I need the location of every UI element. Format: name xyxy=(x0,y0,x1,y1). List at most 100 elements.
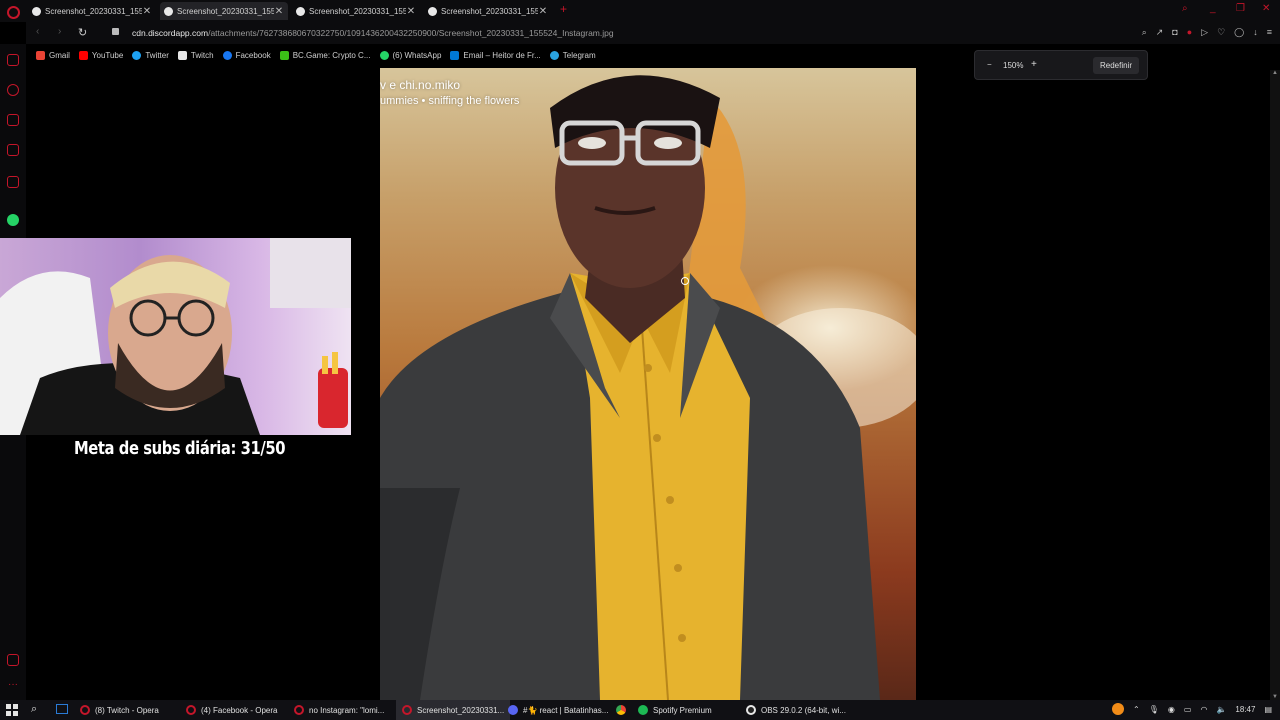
taskbar-app-facebook-opera[interactable]: (4) Facebook - Opera xyxy=(180,700,283,720)
instagram-song-text: ummies • sniffing the flowers xyxy=(380,95,520,107)
steam-icon[interactable]: ◉ xyxy=(1168,705,1175,714)
bookmark-label: BC.Game: Crypto C... xyxy=(292,50,371,60)
character-artwork[interactable]: v e chi.no.miko ummies • sniffing the fl… xyxy=(380,68,916,700)
menu-icon[interactable]: ≡ xyxy=(1267,27,1272,38)
bookmark-youtube[interactable]: YouTube xyxy=(78,50,124,60)
close-window-button[interactable]: ✕ xyxy=(1262,3,1270,14)
tab-screenshot-4[interactable]: Screenshot_20230331_155524_Instagram.jpg… xyxy=(424,2,552,20)
zoom-cursor-icon xyxy=(681,277,689,285)
system-tray: ⌃ 🎙 ◉ ▭ ◠ 🔈 18:47 ▤ xyxy=(1112,703,1272,715)
outlook-icon xyxy=(450,50,460,60)
chrome-icon xyxy=(616,705,626,715)
taskbar-app-label: Spotify Premium xyxy=(653,705,712,715)
more-icon[interactable]: ··· xyxy=(8,679,18,690)
zoom-reset-button[interactable]: Redefinir xyxy=(1093,57,1139,74)
zoom-in-button[interactable]: + xyxy=(1031,59,1037,70)
tray-app-icon[interactable] xyxy=(1112,703,1125,715)
notification-icon[interactable]: ▤ xyxy=(1264,705,1272,714)
scrollbar[interactable]: ▲ ▼ xyxy=(1270,70,1280,700)
shield-icon[interactable]: ● xyxy=(1187,27,1192,38)
close-tab-icon[interactable]: ✕ xyxy=(142,6,152,17)
taskbar-app-instagram-opera[interactable]: no Instagram: "lomi... xyxy=(288,700,390,720)
back-button[interactable]: ‹ xyxy=(36,26,39,37)
bookmark-bcgame[interactable]: BC.Game: Crypto C... xyxy=(279,50,371,60)
share-icon[interactable]: ↗ xyxy=(1156,27,1164,38)
lock-icon[interactable] xyxy=(112,28,119,35)
windows-start-icon[interactable] xyxy=(6,704,18,716)
gmail-icon xyxy=(36,50,45,60)
new-tab-button[interactable]: + xyxy=(560,2,567,16)
minimize-button[interactable]: _ xyxy=(1210,3,1216,14)
zoom-out-button[interactable]: − xyxy=(987,60,992,69)
twitch-icon[interactable] xyxy=(7,144,19,156)
url-host: cdn.discordapp.com xyxy=(132,28,209,38)
youtube-icon xyxy=(78,50,88,60)
scroll-up-icon[interactable]: ▲ xyxy=(1270,70,1280,76)
page-icon xyxy=(177,50,187,60)
whatsapp-icon[interactable] xyxy=(7,214,19,226)
bookmark-label: Gmail xyxy=(49,50,70,60)
tray-expand-icon[interactable]: ⌃ xyxy=(1133,705,1140,714)
wifi-icon[interactable]: ◠ xyxy=(1200,705,1207,714)
clock[interactable]: 18:47 xyxy=(1235,705,1255,714)
taskbar-app-label: #🐈 react | Batatinhas... xyxy=(523,705,609,715)
taskbar-app-obs[interactable]: OBS 29.0.2 (64-bit, wi... xyxy=(740,700,852,720)
taskbar-app-chrome[interactable] xyxy=(610,700,632,720)
bag-icon[interactable] xyxy=(7,114,19,126)
bookmark-gmail[interactable]: Gmail xyxy=(36,50,70,60)
globe-icon xyxy=(164,6,173,16)
tab-search-icon[interactable]: ⌕ xyxy=(1182,3,1188,14)
download-icon[interactable]: ↓ xyxy=(1253,27,1258,38)
zoom-icon[interactable]: ⌕ xyxy=(1142,27,1147,38)
close-tab-icon[interactable]: ✕ xyxy=(406,6,416,17)
taskbar-app-twitch-opera[interactable]: (8) Twitch - Opera xyxy=(74,700,165,720)
taskbar-app-screenshot-opera[interactable]: Screenshot_20230331... xyxy=(396,700,511,720)
reload-button[interactable]: ↻ xyxy=(78,26,87,39)
subs-goal-label: Meta de subs diária: 31/50 xyxy=(74,438,286,459)
bookmark-whatsapp[interactable]: (6) WhatsApp xyxy=(379,50,442,60)
tab-title: Screenshot_20230331_155524_Instagram.jpg xyxy=(309,6,406,16)
bookmark-telegram[interactable]: Telegram xyxy=(549,50,596,60)
close-tab-icon[interactable]: ✕ xyxy=(274,6,284,17)
discord-icon xyxy=(508,705,518,715)
url-path: /attachments/762738680670322750/10914362… xyxy=(208,28,614,38)
url-field[interactable]: cdn.discordapp.com/attachments/762738680… xyxy=(132,28,614,38)
opera-logo-icon[interactable] xyxy=(7,6,20,19)
webcam-overlay xyxy=(0,238,351,435)
zoom-level: 150% xyxy=(1003,61,1024,70)
taskbar-app-label: OBS 29.0.2 (64-bit, wi... xyxy=(761,705,846,715)
microphone-icon[interactable]: 🎙 xyxy=(1149,705,1159,714)
tab-screenshot-3[interactable]: Screenshot_20230331_155524_Instagram.jpg… xyxy=(292,2,420,20)
camera-icon[interactable]: ◘ xyxy=(1172,27,1177,38)
restore-button[interactable]: ❐ xyxy=(1236,3,1245,14)
bookmark-twitch[interactable]: Twitch xyxy=(177,50,214,60)
bookmark-label: YouTube xyxy=(91,50,124,60)
profile-icon[interactable]: ◯ xyxy=(1234,27,1244,38)
image-icon[interactable] xyxy=(7,654,19,666)
bookmark-facebook[interactable]: Facebook xyxy=(222,50,271,60)
tab-screenshot-1[interactable]: Screenshot_20230331_155524_Instagram.jpg… xyxy=(28,2,156,20)
close-tab-icon[interactable]: ✕ xyxy=(538,6,548,17)
task-view-icon[interactable] xyxy=(56,704,68,714)
network-icon[interactable]: ▭ xyxy=(1184,705,1192,714)
facebook-icon xyxy=(222,50,232,60)
search-icon[interactable]: ⌕ xyxy=(31,703,37,716)
taskbar-app-spotify[interactable]: Spotify Premium xyxy=(632,700,718,720)
bookmark-email[interactable]: Email – Heitor de Fr... xyxy=(450,50,541,60)
flow-icon[interactable]: ▷ xyxy=(1201,27,1208,38)
bookmark-twitter[interactable]: Twitter xyxy=(132,50,169,60)
heart-icon[interactable]: ♡ xyxy=(1217,27,1225,38)
opera-icon xyxy=(80,705,90,715)
speed-dial-icon[interactable] xyxy=(7,84,19,96)
taskbar-app-discord[interactable]: #🐈 react | Batatinhas... xyxy=(502,700,614,720)
bookmark-label: Facebook xyxy=(235,50,271,60)
zoom-popup: − 150% + Redefinir xyxy=(974,50,1148,80)
gamepad-icon[interactable] xyxy=(7,54,19,66)
tab-title: Screenshot_20230331_155524_Instagram.jpg xyxy=(441,6,538,16)
webcam-feed xyxy=(0,238,351,435)
instagram-icon[interactable] xyxy=(7,176,19,188)
forward-button[interactable]: › xyxy=(58,26,61,37)
volume-icon[interactable]: 🔈 xyxy=(1216,705,1226,714)
tab-screenshot-2-active[interactable]: Screenshot_20230331_155524_Instagram.jpg… xyxy=(160,2,288,20)
bookmark-label: (6) WhatsApp xyxy=(392,50,442,60)
